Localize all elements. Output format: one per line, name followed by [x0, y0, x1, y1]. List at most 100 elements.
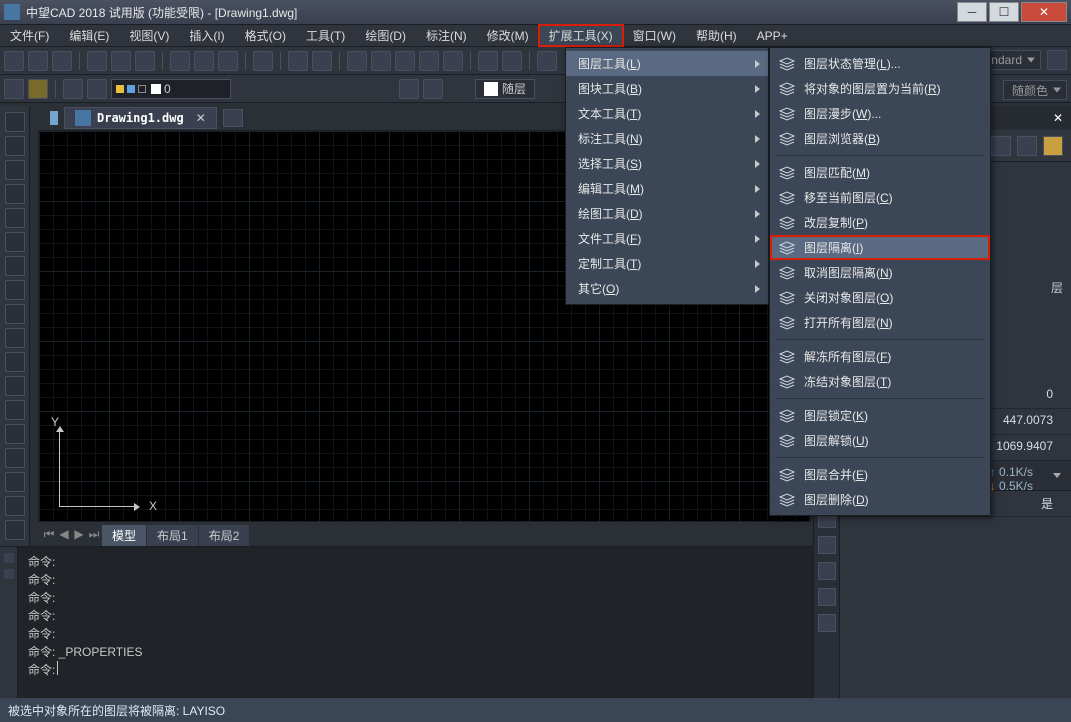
panel-icon-18[interactable] [818, 614, 836, 632]
design-center-icon[interactable] [502, 51, 522, 71]
line-icon[interactable] [5, 112, 25, 132]
layer-menu-item-13[interactable]: 解冻所有图层(F) [770, 344, 990, 369]
layer-menu-item-6[interactable]: 移至当前图层(C) [770, 185, 990, 210]
publish-icon[interactable] [135, 51, 155, 71]
command-handle[interactable] [0, 547, 18, 698]
match-icon[interactable] [253, 51, 273, 71]
layer-menu-item-3[interactable]: 图层浏览器(B) [770, 126, 990, 151]
gradient-icon[interactable] [5, 472, 25, 492]
expand-menu-item-5[interactable]: 编辑工具(M) [566, 176, 768, 201]
layer-menu-item-11[interactable]: 打开所有图层(N) [770, 310, 990, 335]
paste-icon[interactable] [218, 51, 238, 71]
minimize-button[interactable]: ─ [957, 2, 987, 22]
print-icon[interactable] [87, 51, 107, 71]
point-icon[interactable] [5, 424, 25, 444]
help-icon[interactable] [537, 51, 557, 71]
rect-icon[interactable] [5, 208, 25, 228]
menu-11[interactable]: 帮助(H) [686, 25, 747, 46]
cmd-menu-icon[interactable] [4, 553, 14, 563]
layer-menu-item-0[interactable]: 图层状态管理(L)... [770, 51, 990, 76]
block-make-icon[interactable] [399, 79, 419, 99]
expand-menu-item-0[interactable]: 图层工具(L) [566, 51, 768, 76]
layout-tab-0[interactable]: 模型 [102, 525, 146, 546]
layer-prev-icon[interactable] [87, 79, 107, 99]
layer-menu-item-10[interactable]: 关闭对象图层(O) [770, 285, 990, 310]
donut-icon[interactable] [5, 376, 25, 396]
layer-states-icon[interactable] [28, 79, 48, 99]
block-icon[interactable] [5, 400, 25, 420]
layer-iso-icon[interactable] [63, 79, 83, 99]
hatch-icon[interactable] [5, 448, 25, 468]
new-doc-button[interactable] [223, 109, 243, 127]
redo-icon[interactable] [312, 51, 332, 71]
prop-pick-icon[interactable] [1043, 136, 1063, 156]
doc-flag-icon[interactable] [50, 111, 58, 125]
prop-refresh-icon[interactable] [991, 136, 1011, 156]
menu-1[interactable]: 编辑(E) [59, 25, 119, 46]
block-insert-icon[interactable] [423, 79, 443, 99]
spline-icon[interactable] [5, 256, 25, 276]
expand-menu-item-1[interactable]: 图块工具(B) [566, 76, 768, 101]
preview-icon[interactable] [111, 51, 131, 71]
layer-menu-item-2[interactable]: 图层漫步(W)... [770, 101, 990, 126]
menu-10[interactable]: 窗口(W) [623, 25, 686, 46]
menu-7[interactable]: 标注(N) [416, 25, 477, 46]
properties-icon[interactable] [478, 51, 498, 71]
pline-icon[interactable] [5, 136, 25, 156]
open-icon[interactable] [28, 51, 48, 71]
zoom-ext-icon[interactable] [443, 51, 463, 71]
layer-menu-item-16[interactable]: 图层锁定(K) [770, 403, 990, 428]
pan-icon[interactable] [347, 51, 367, 71]
style-combo[interactable]: ndard [982, 50, 1041, 70]
menu-4[interactable]: 格式(O) [235, 25, 296, 46]
spline2-icon[interactable] [5, 328, 25, 348]
menu-2[interactable]: 视图(V) [119, 25, 179, 46]
layer-menu-item-8[interactable]: 图层隔离(I) [770, 235, 990, 260]
layer-menu-item-20[interactable]: 图层删除(D) [770, 487, 990, 512]
expand-menu-item-4[interactable]: 选择工具(S) [566, 151, 768, 176]
menu-9[interactable]: 扩展工具(X) [539, 25, 623, 46]
layer-props-icon[interactable] [4, 79, 24, 99]
expand-menu-item-7[interactable]: 文件工具(F) [566, 226, 768, 251]
expand-menu-item-8[interactable]: 定制工具(T) [566, 251, 768, 276]
doc-tab[interactable]: Drawing1.dwg ✕ [64, 107, 217, 129]
zoom-window-icon[interactable] [395, 51, 415, 71]
cut-icon[interactable] [170, 51, 190, 71]
ellipse-icon[interactable] [5, 280, 25, 300]
close-button[interactable]: ✕ [1021, 2, 1067, 22]
layout-tab-1[interactable]: 布局1 [147, 525, 198, 546]
panel-icon-17[interactable] [818, 588, 836, 606]
prop-filter-icon[interactable] [1017, 136, 1037, 156]
save-icon[interactable] [52, 51, 72, 71]
layout-first-icon[interactable]: ⏮ [42, 527, 56, 543]
table-icon[interactable] [5, 520, 25, 540]
undo-icon[interactable] [288, 51, 308, 71]
layer-menu-item-19[interactable]: 图层合并(E) [770, 462, 990, 487]
circle-icon[interactable] [5, 160, 25, 180]
cmd-close-icon[interactable] [4, 569, 14, 579]
copy-icon[interactable] [194, 51, 214, 71]
layout-tab-2[interactable]: 布局2 [199, 525, 250, 546]
polygon-icon[interactable] [5, 184, 25, 204]
menu-12[interactable]: APP+ [747, 25, 798, 46]
panel-icon-16[interactable] [818, 562, 836, 580]
revcloud-icon[interactable] [5, 304, 25, 324]
region-icon[interactable] [5, 496, 25, 516]
arc-icon[interactable] [5, 232, 25, 252]
menu-3[interactable]: 插入(I) [179, 25, 234, 46]
color-combo[interactable]: 随颜色 [1003, 80, 1067, 100]
layer-menu-item-9[interactable]: 取消图层隔离(N) [770, 260, 990, 285]
menu-6[interactable]: 绘图(D) [355, 25, 416, 46]
menu-5[interactable]: 工具(T) [296, 25, 355, 46]
menu-0[interactable]: 文件(F) [0, 25, 59, 46]
new-icon[interactable] [4, 51, 24, 71]
close-doc-icon[interactable]: ✕ [196, 111, 206, 125]
expand-menu-item-2[interactable]: 文本工具(T) [566, 101, 768, 126]
layout-next-icon[interactable]: ▶ [72, 527, 86, 543]
layer-menu-item-1[interactable]: 将对象的图层置为当前(R) [770, 76, 990, 101]
menu-8[interactable]: 修改(M) [477, 25, 539, 46]
ellipse-arc-icon[interactable] [5, 352, 25, 372]
layer-menu-item-5[interactable]: 图层匹配(M) [770, 160, 990, 185]
layer-menu-item-17[interactable]: 图层解锁(U) [770, 428, 990, 453]
color-bylayer[interactable]: 随层 [475, 79, 535, 99]
